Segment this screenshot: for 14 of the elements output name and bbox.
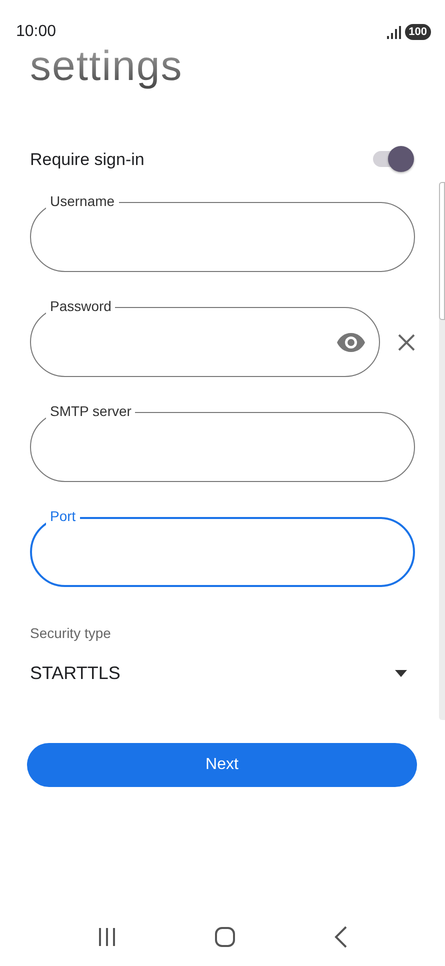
security-type-dropdown[interactable]: STARTTLS xyxy=(30,660,415,688)
toggle-switch[interactable] xyxy=(371,145,415,174)
back-icon[interactable] xyxy=(334,926,348,948)
dropdown-label: Security type xyxy=(30,624,112,644)
battery-level: 100 xyxy=(404,24,431,40)
dropdown-caret-icon xyxy=(395,670,407,678)
setting-label: Require sign-in xyxy=(30,148,144,171)
clock: 10:00 xyxy=(16,22,56,42)
next-button[interactable]: Next xyxy=(27,743,417,788)
eye-icon[interactable] xyxy=(337,333,365,352)
signal-icon xyxy=(386,26,401,38)
home-icon[interactable] xyxy=(214,926,236,948)
clear-icon[interactable] xyxy=(398,334,415,352)
recent-apps-icon[interactable] xyxy=(96,927,117,947)
